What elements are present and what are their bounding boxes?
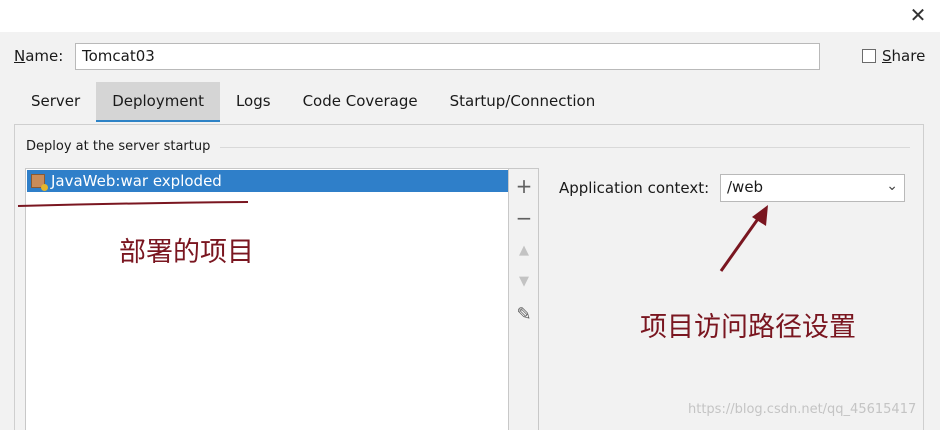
arrow-annotation [719, 215, 762, 272]
annotation-overlay [17, 201, 768, 272]
underline-annotation [17, 201, 249, 207]
watermark: https://blog.csdn.net/qq_45615417 [688, 402, 917, 417]
annotation-deployed-project: 部署的项目 [119, 237, 254, 268]
annotation-context-path: 项目访问路径设置 [640, 312, 856, 343]
